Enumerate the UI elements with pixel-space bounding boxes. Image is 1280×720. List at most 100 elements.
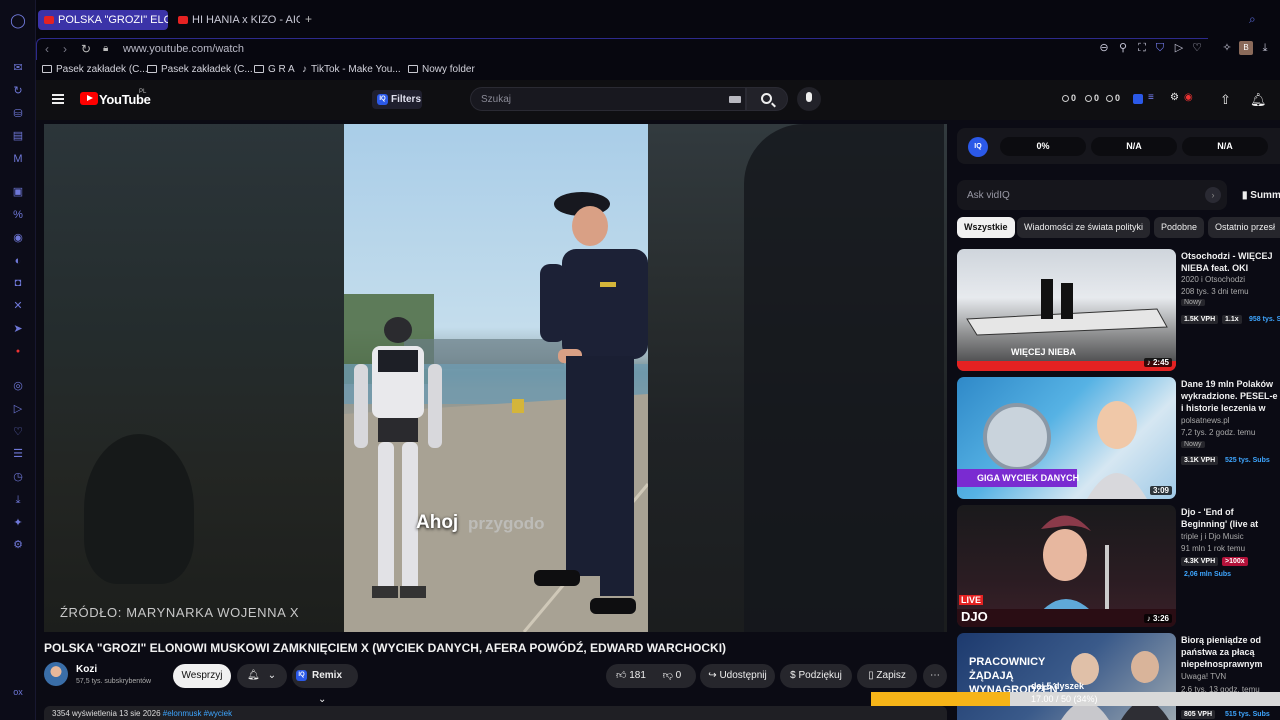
twitch-icon[interactable]: ▣ [9, 184, 27, 200]
opera-logo-icon[interactable]: ◯ [9, 12, 27, 28]
download-icon[interactable]: ⤓ [9, 492, 27, 508]
channel-name[interactable]: Kozi [76, 664, 97, 675]
upload-icon[interactable]: ⇧ [1220, 92, 1231, 108]
vidiq-icon[interactable] [1133, 94, 1143, 104]
vidiq-metric[interactable]: 0% [1000, 137, 1086, 156]
search-input[interactable] [481, 93, 721, 106]
send-icon[interactable]: ▷ [1172, 41, 1186, 55]
chip-politics[interactable]: Wiadomości ze świata polityki [1017, 217, 1151, 238]
tab-inactive[interactable]: HI HANIA x KIZO - AIOLI - [172, 10, 300, 30]
youtube-logo-icon[interactable] [80, 92, 98, 105]
keyboard-icon[interactable] [729, 96, 741, 103]
menu-icon[interactable] [52, 94, 64, 104]
bookmark-folder[interactable]: Pasek zakładek (C... [147, 64, 253, 75]
bell-icon[interactable]: 🔔︎ [1250, 92, 1267, 108]
spotify-icon[interactable]: ◎ [9, 378, 27, 394]
remix-button[interactable]: IQ Remix ⌄ [292, 664, 358, 705]
back-icon[interactable]: ‹ [45, 42, 49, 56]
save-button[interactable]: ▯ Zapisz [857, 664, 917, 688]
bookmark-link[interactable]: ♪ TikTok - Make You... [302, 64, 401, 75]
bookmark-folder[interactable]: Nowy folder [408, 64, 475, 75]
stat-chip: 0 [1085, 93, 1099, 103]
recommendation-thumbnail[interactable]: GIGA WYCIEK DANYCH 3:09 [957, 377, 1176, 499]
thanks-button[interactable]: $ Podziękuj [780, 664, 852, 688]
video-frame[interactable]: Ahoj przygodo [344, 124, 648, 632]
telegram-icon[interactable]: ➤ [9, 321, 27, 337]
recommendation-channel[interactable]: polsatnews.pl [1181, 416, 1229, 425]
recommendation-channel[interactable]: Uwaga! TVN [1181, 672, 1226, 681]
list-icon[interactable]: ☰ [9, 446, 27, 462]
chip-recent[interactable]: Ostatnio przesł [1208, 217, 1280, 238]
recommendation-thumbnail[interactable]: LIVE DJO ♪ 3:26 [957, 505, 1176, 627]
chevron-right-icon[interactable]: › [1205, 187, 1221, 203]
instagram-icon[interactable]: ◘ [9, 275, 27, 291]
mail-icon[interactable]: ✉ [9, 60, 27, 76]
recommendation-title[interactable]: Biorą pieniądze od państwa za płacą niep… [1181, 634, 1280, 670]
more-actions-button[interactable]: ⋯ [923, 664, 947, 688]
snapshot-icon[interactable]: ⛶ [1135, 41, 1149, 55]
heart-icon[interactable]: ♡ [9, 424, 27, 440]
bookmark-folder[interactable]: G R A [254, 64, 295, 75]
recommendation-title[interactable]: Otsochodzi - WIĘCEJ NIEBA feat. OKI [1181, 250, 1280, 274]
share-button[interactable]: ↪ Udostępnij [700, 664, 775, 688]
search-tabs-icon[interactable]: ⌕ [1249, 12, 1256, 27]
channel-subscribers: 57,5 tys. subskrybentów [76, 678, 152, 685]
extensions-icon[interactable]: ✦ [9, 515, 27, 531]
voice-search-button[interactable] [797, 87, 821, 111]
bookmark-folder[interactable]: Pasek zakładek (C... [42, 64, 148, 75]
reload-icon[interactable]: ↻ [81, 42, 91, 56]
vidiq-logo-icon[interactable]: IQ [968, 137, 988, 157]
forward-icon[interactable]: › [63, 42, 67, 56]
shield-icon[interactable]: ⛉ [1153, 41, 1167, 55]
new-tab-button[interactable]: + [305, 12, 312, 26]
download-icon[interactable]: ⤓ [1258, 41, 1272, 55]
extensions-icon[interactable]: ✧ [1220, 41, 1234, 55]
description-box[interactable]: 3354 wyświetlenia 13 sie 2026 #elonmusk … [44, 706, 947, 720]
discord-icon[interactable]: ◐ [9, 253, 27, 269]
dislike-button[interactable]: 👎︎ 0 [663, 670, 682, 681]
url-box[interactable]: ‹ › ↻ 🔒︎ www.youtube.com/watch [36, 38, 1208, 60]
lock-icon[interactable]: 🔒︎ [103, 43, 108, 54]
messenger-icon[interactable]: ◉ [9, 230, 27, 246]
chip-similar[interactable]: Podobne [1154, 217, 1205, 238]
recommendation-channel[interactable]: triple j i Djo Music [1181, 532, 1244, 541]
heart-icon[interactable]: ♡ [1190, 41, 1204, 55]
x-icon[interactable]: ✕ [9, 298, 27, 314]
settings-icon[interactable]: ⚙ [1170, 92, 1179, 103]
channel-avatar[interactable] [44, 662, 68, 686]
messenger-m-icon[interactable]: M [9, 151, 27, 167]
summary-button[interactable]: ▮ Summ [1242, 190, 1280, 201]
recommendation-title[interactable]: Djo - 'End of Beginning' (live at Lanewa… [1181, 506, 1280, 530]
like-button[interactable]: 👍︎ 181 [616, 670, 646, 681]
filters-button[interactable]: IQ Filters [372, 90, 422, 109]
notifications-button[interactable]: 🔔︎ ⌄ [237, 664, 287, 688]
chip-all[interactable]: Wszystkie [957, 217, 1015, 238]
recommendation-title[interactable]: Dane 19 mln Polaków wykradzione. PESEL-e… [1181, 378, 1280, 414]
recommendation-channel[interactable]: 2020 i Otsochodzi [1181, 275, 1245, 284]
notes-icon[interactable]: ▤ [9, 128, 27, 144]
history-icon[interactable]: ↻ [9, 83, 27, 99]
hashtags[interactable]: #elonmusk #wyciek [163, 709, 232, 718]
record-icon[interactable]: ● [9, 344, 27, 360]
pin-icon[interactable]: ⚲ [1116, 41, 1130, 55]
bookmark-label: G R A [268, 64, 295, 75]
more-icon[interactable]: ox [9, 684, 27, 700]
vidiq-metric[interactable]: N/A [1182, 137, 1268, 156]
recommendation-thumbnail[interactable]: WIĘCEJ NIEBA ♪ 2:45 [957, 249, 1176, 371]
extension-b-icon[interactable]: B [1239, 41, 1253, 55]
settings-icon[interactable]: ⚙ [9, 537, 27, 553]
tab-active[interactable]: POLSKA "GROZI" ELON [38, 10, 168, 30]
percent-icon[interactable]: % [9, 207, 27, 223]
list-icon[interactable]: ≡ [1148, 92, 1154, 103]
zoom-icon[interactable]: ⊖ [1097, 41, 1111, 55]
notification-dot-icon[interactable]: ◉ [1184, 92, 1193, 103]
support-button[interactable]: Wesprzyj [173, 664, 231, 688]
vidiq-metric[interactable]: N/A [1091, 137, 1177, 156]
search-box[interactable] [470, 87, 746, 111]
recommendation-thumbnail[interactable]: PRACOWNICY ŻĄDAJĄ WYNAGRODZEŃ [957, 633, 1176, 720]
clock-icon[interactable]: ◷ [9, 469, 27, 485]
play-icon[interactable]: ▷ [9, 401, 27, 417]
video-player[interactable]: Ahoj przygodo ŹRÓDŁO: MARYNARKA WOJENNA … [44, 124, 947, 632]
bag-icon[interactable]: ⛁ [9, 106, 27, 122]
url-text[interactable]: www.youtube.com/watch [123, 43, 244, 55]
